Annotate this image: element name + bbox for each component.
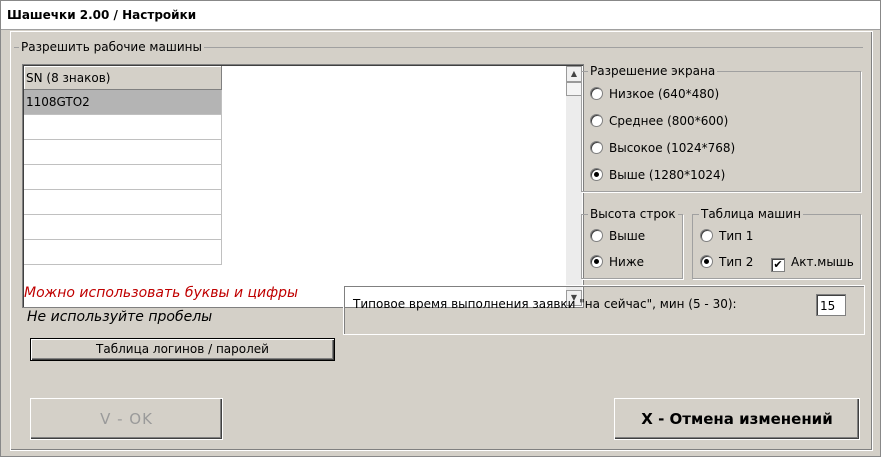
table-row[interactable] [24,140,222,165]
machines-table-group-label: Таблица машин [699,206,803,222]
table-type-1-option[interactable]: Тип 1 [700,227,753,245]
settings-window: Шашечки 2.00 / Настройки Разрешить рабоч… [0,0,881,457]
radio-button-icon[interactable] [590,229,603,242]
hint-no-spaces: Не используйте пробелы [27,309,213,325]
window-title: Шашечки 2.00 / Настройки [1,1,880,30]
triangle-up-icon[interactable]: ▲ [566,66,582,82]
radio-button-icon[interactable] [590,87,603,100]
table-row[interactable] [24,240,222,265]
allowed-machines-group-label: Разрешить рабочие машины [19,39,204,55]
scrollbar-thumb[interactable] [566,82,582,96]
resolution-option-high[interactable]: Высокое (1024*768) [590,139,735,157]
table-row[interactable] [24,115,222,140]
radio-button-icon[interactable] [590,141,603,154]
settings-panel: Разрешить рабочие машины SN (8 знаков) 1… [10,31,873,451]
checkmark-icon[interactable]: ✔ [771,258,785,272]
row-height-group-label: Высота строк [588,206,678,222]
typical-time-box: Типовое время выполнения заявки "на сейч… [343,285,865,335]
screen-resolution-group: Разрешение экрана Низкое (640*480) Средн… [581,63,861,192]
resolution-option-low[interactable]: Низкое (640*480) [590,85,719,103]
screen-resolution-group-label: Разрешение экрана [588,63,718,79]
grid-vertical-scrollbar[interactable]: ▲ ▼ [566,66,582,306]
resolution-option-higher[interactable]: Выше (1280*1024) [590,166,725,184]
grid-column-header-sn[interactable]: SN (8 знаков) [24,66,222,90]
table-row[interactable]: 1108GTO2 [24,90,222,115]
ok-button[interactable]: V - OK [30,398,223,440]
machines-table-group: Таблица машин Тип 1 Тип 2 ✔ Акт.мышь [692,206,861,279]
table-row[interactable] [24,215,222,240]
radio-button-checked-icon[interactable] [590,168,603,181]
active-mouse-checkbox[interactable]: ✔ Акт.мышь [771,253,854,272]
row-height-group: Высота строк Выше Ниже [581,206,683,279]
row-height-option-higher[interactable]: Выше [590,227,645,245]
machines-grid[interactable]: SN (8 знаков) 1108GTO2 ▲ ▼ [22,64,584,308]
table-type-2-option[interactable]: Тип 2 [700,253,753,271]
typical-time-label: Типовое время выполнения заявки "на сейч… [353,297,737,311]
table-row[interactable] [24,165,222,190]
typical-time-input[interactable]: 15 [816,294,846,316]
radio-button-icon[interactable] [700,229,713,242]
logins-passwords-button[interactable]: Таблица логинов / паролей [30,338,335,361]
radio-button-checked-icon[interactable] [700,255,713,268]
radio-button-icon[interactable] [590,114,603,127]
table-row[interactable] [24,190,222,215]
row-height-option-lower[interactable]: Ниже [590,253,644,271]
resolution-option-medium[interactable]: Среднее (800*600) [590,112,728,130]
machines-grid-column: SN (8 знаков) 1108GTO2 [24,66,222,265]
cancel-changes-button[interactable]: X - Отмена изменений [614,398,860,440]
hint-letters-digits: Можно использовать буквы и цифры [24,285,299,301]
radio-button-checked-icon[interactable] [590,255,603,268]
